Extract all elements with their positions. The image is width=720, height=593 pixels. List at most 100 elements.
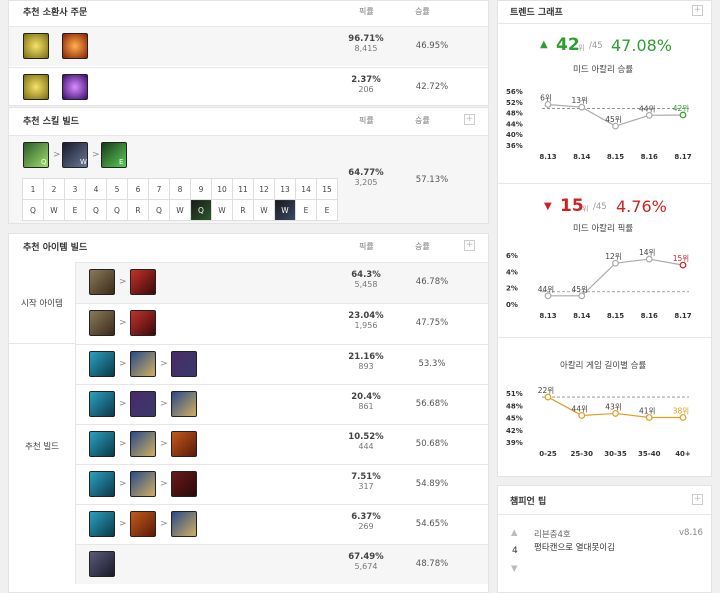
spells-pick-header: 픽률 xyxy=(359,7,374,16)
item-build-row[interactable]: > >21.16% 893 53.3% xyxy=(76,344,488,384)
tip-author: 리븐충4호 xyxy=(534,530,571,540)
item-win-rate: 53.3% xyxy=(418,359,446,369)
item-build-row[interactable]: > >20.4% 861 56.68% xyxy=(76,384,488,424)
x-tick-label: 8.17 xyxy=(674,153,691,161)
start-items-label: 시작 아이템 xyxy=(21,299,63,309)
item-pick-rate: 7.51% xyxy=(351,472,381,482)
item-count: 893 xyxy=(358,362,374,371)
spell-row[interactable]: 2.37% 206 42.72% xyxy=(9,67,488,105)
data-point xyxy=(544,292,552,300)
y-tick-label: 51% xyxy=(506,390,523,398)
win-rank: 42 xyxy=(556,35,580,55)
skill-key-cell: W xyxy=(211,199,233,221)
spell-count: 206 xyxy=(358,85,374,94)
item-build-row[interactable]: > >6.37% 269 54.65% xyxy=(76,504,488,544)
x-tick-label: 8.14 xyxy=(573,153,590,161)
skill-key-cell: E xyxy=(316,199,338,221)
skill-level-cell: 3 xyxy=(64,178,86,200)
chevron-right-icon: > xyxy=(119,439,127,449)
tip-downvote-button[interactable]: ▼ xyxy=(511,564,518,574)
skills-win-header: 승률 xyxy=(415,116,430,125)
item-build-row[interactable]: >64.3% 5,458 46.78% xyxy=(76,262,488,303)
items-expand-button[interactable]: + xyxy=(464,240,475,251)
chevron-right-icon: > xyxy=(160,399,168,409)
pick-rate-caption: 미드 아칼리 픽률 xyxy=(573,224,634,234)
y-tick-label: 48% xyxy=(506,402,523,410)
skill-w-key: W xyxy=(80,158,87,166)
spell-count: 8,415 xyxy=(354,44,378,53)
skill-level-cell: 9 xyxy=(190,178,212,200)
data-point xyxy=(612,259,619,267)
x-tick-label: 8.15 xyxy=(607,312,624,320)
items-win-header: 승률 xyxy=(415,242,430,251)
item-build-row[interactable]: > >10.52% 444 50.68% xyxy=(76,424,488,464)
item-count: 1,956 xyxy=(354,321,378,330)
data-point xyxy=(645,255,653,263)
spells-win-header: 승률 xyxy=(415,7,430,16)
y-tick-label: 2% xyxy=(506,285,518,293)
win-rate-caption: 미드 아칼리 승률 xyxy=(573,65,634,75)
item-icon xyxy=(89,471,115,497)
item-build-row[interactable]: 67.49% 5,674 48.78% xyxy=(76,544,488,584)
x-tick-label: 40+ xyxy=(675,450,691,458)
spell-win-rate: 46.95% xyxy=(415,41,449,51)
y-tick-label: 0% xyxy=(506,301,518,309)
x-tick-label: 8.13 xyxy=(539,153,556,161)
x-tick-label: 8.15 xyxy=(607,153,624,161)
skill-order-grid: 1 2 3 4 5 6 7 8 9 10 11 12 13 14 15 QWEQQRQWQWRWWEE xyxy=(22,178,338,221)
win-rate-value: 47.08% xyxy=(611,36,673,55)
item-build-row[interactable]: >23.04% 1,956 47.75% xyxy=(76,303,488,344)
y-tick-label: 56% xyxy=(506,88,523,96)
skill-key-cell: Q xyxy=(22,199,44,221)
item-icon xyxy=(130,431,156,457)
rank-label: 44위 xyxy=(538,285,554,294)
skill-e-key: E xyxy=(119,158,124,166)
y-tick-label: 45% xyxy=(506,415,523,423)
spells-title: 추천 소환사 주문 xyxy=(23,8,88,18)
item-icon xyxy=(89,351,115,377)
chevron-right-icon: > xyxy=(119,277,127,287)
win-rank-total: /45 xyxy=(589,41,603,51)
item-icon xyxy=(130,269,156,295)
pick-rate-trend-chart: 6% 4% 2% 0% 44위 8.13 45위 8.14 12위 8.15 14위 8.16 15위 8… xyxy=(506,248,692,320)
item-pick-rate: 21.16% xyxy=(348,352,384,362)
tip-text[interactable]: 평타캔으로 열대못이김 xyxy=(534,541,615,553)
data-point xyxy=(679,261,687,269)
pick-rank: 15 xyxy=(560,196,584,216)
win-rate-trend-chart: 56% 52% 48% 44% 40% 36% 6위 8.13 13위 8.14 45위 8.15 44… xyxy=(506,88,692,161)
skill-key-cell: W xyxy=(43,199,65,221)
trend-expand-button[interactable]: + xyxy=(692,5,703,16)
rank-label: 14위 xyxy=(639,248,655,257)
skill-win-rate: 57.13% xyxy=(415,175,449,185)
data-point xyxy=(612,410,619,417)
pick-rank-total: /45 xyxy=(593,202,607,212)
tip-upvote-button[interactable]: ▲ xyxy=(511,528,518,538)
item-win-rate: 46.78% xyxy=(415,277,449,287)
skills-expand-button[interactable]: + xyxy=(464,114,475,125)
chevron-right-icon: > xyxy=(119,479,127,489)
x-tick-label: 30-35 xyxy=(604,450,627,458)
teleport-spell-icon xyxy=(62,74,88,100)
x-tick-label: 0-25 xyxy=(539,450,557,458)
item-win-rate: 48.78% xyxy=(415,559,449,569)
flash-spell-icon xyxy=(23,33,49,59)
x-tick-label: 8.16 xyxy=(641,153,658,161)
win-rank-up-icon: ▲ xyxy=(540,39,548,50)
trend-title: 트렌드 그래프 xyxy=(510,8,563,18)
item-icon xyxy=(130,391,156,417)
skill-build-row[interactable]: Q > W > E 1 2 3 4 5 6 7 8 9 10 11 12 13 14 15 QWEQQRQW… xyxy=(9,135,488,223)
data-point xyxy=(578,292,586,300)
rank-label: 41위 xyxy=(639,407,655,416)
skill-level-cell: 1 xyxy=(22,178,44,200)
spell-row[interactable]: 96.71% 8,415 46.95% xyxy=(9,26,488,66)
skills-pick-header: 픽률 xyxy=(359,116,374,125)
x-tick-label: 8.17 xyxy=(674,312,691,320)
items-title: 추천 아이템 빌드 xyxy=(23,243,88,253)
item-build-row[interactable]: > >7.51% 317 54.89% xyxy=(76,464,488,504)
skill-level-cell: 12 xyxy=(253,178,275,200)
tips-expand-button[interactable]: + xyxy=(692,494,703,505)
x-tick-label: 8.14 xyxy=(573,312,590,320)
item-icon xyxy=(130,471,156,497)
rank-label: 12위 xyxy=(605,252,621,261)
chevron-right-icon: > xyxy=(119,399,127,409)
